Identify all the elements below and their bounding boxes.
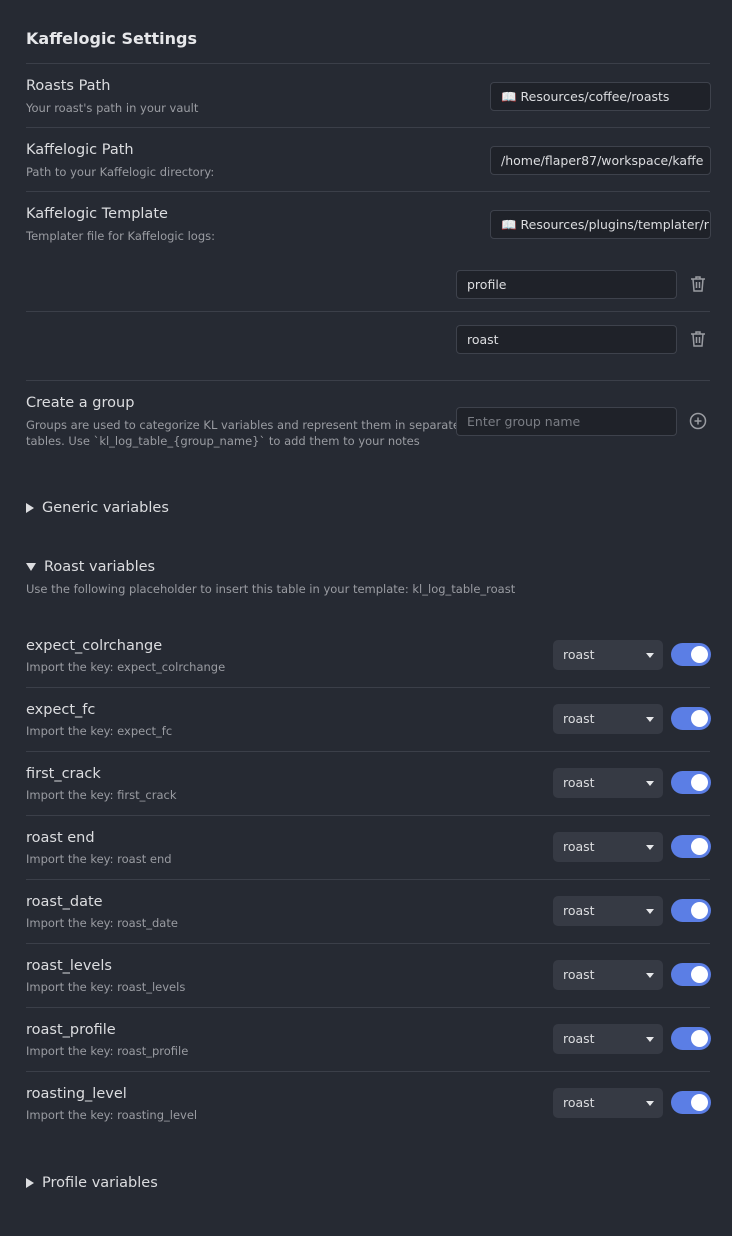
divider [26,687,710,688]
enable-toggle[interactable] [671,1091,711,1114]
group-select[interactable]: roast [553,896,663,926]
divider [26,380,710,381]
variable-desc: Import the key: roasting_level [26,1108,198,1122]
divider [26,311,710,312]
variable-desc: Import the key: roast_levels [26,980,186,994]
roasts-path-input[interactable]: 📖 Resources/coffee/roasts [490,82,711,111]
toggle-knob [691,1094,708,1111]
trash-icon[interactable] [688,274,708,294]
enable-toggle[interactable] [671,643,711,666]
group-select[interactable]: roast [553,1088,663,1118]
toggle-knob [691,710,708,727]
toggle-knob [691,1030,708,1047]
kaffelogic-template-input[interactable]: 📖 Resources/plugins/templater/r [490,210,711,239]
trash-icon[interactable] [688,329,708,349]
variable-name: roast_levels [26,958,112,974]
select-value: roast [563,775,595,790]
kaffelogic-path-input[interactable]: /home/flaper87/workspace/kaffe [490,146,711,175]
caret-down-icon [646,717,654,722]
toggle-knob [691,838,708,855]
caret-down-icon [646,1037,654,1042]
toggle-knob [691,774,708,791]
caret-down-icon [646,653,654,658]
setting-desc-kaffelogic-path: Path to your Kaffelogic directory: [26,165,215,179]
section-roast-variables[interactable]: Roast variables [26,559,155,575]
divider [26,1071,710,1072]
new-group-name-input[interactable]: Enter group name [456,407,677,436]
enable-toggle[interactable] [671,963,711,986]
variable-desc: Import the key: roast_profile [26,1044,189,1058]
select-value: roast [563,1031,595,1046]
setting-name-roasts-path: Roasts Path [26,78,111,94]
chevron-right-icon [26,1178,34,1188]
variable-desc: Import the key: roast end [26,852,172,866]
section-title: Generic variables [42,500,169,516]
toggle-knob [691,966,708,983]
variable-desc: Import the key: roast_date [26,916,178,930]
variable-desc: Import the key: expect_colrchange [26,660,226,674]
divider [26,943,710,944]
select-value: roast [563,839,595,854]
toggle-knob [691,902,708,919]
select-value: roast [563,967,595,982]
setting-name-kaffelogic-template: Kaffelogic Template [26,206,168,222]
roast-section-desc: Use the following placeholder to insert … [26,582,516,596]
page-title: Kaffelogic Settings [26,29,197,48]
group-select[interactable]: roast [553,832,663,862]
divider [26,815,710,816]
variable-desc: Import the key: first_crack [26,788,177,802]
divider [26,63,710,64]
group-select[interactable]: roast [553,1024,663,1054]
section-title: Profile variables [42,1175,158,1191]
variable-name: first_crack [26,766,101,782]
group-select[interactable]: roast [553,704,663,734]
setting-name-kaffelogic-path: Kaffelogic Path [26,142,134,158]
create-group-desc-line1: Groups are used to categorize KL variabl… [26,418,460,432]
select-value: roast [563,903,595,918]
variable-name: roast_date [26,894,103,910]
chevron-right-icon [26,503,34,513]
variable-name: roasting_level [26,1086,127,1102]
divider [26,751,710,752]
divider [26,879,710,880]
variable-name: roast_profile [26,1022,116,1038]
enable-toggle[interactable] [671,771,711,794]
section-profile-variables[interactable]: Profile variables [26,1175,158,1191]
chevron-down-icon [26,563,36,571]
divider [26,191,710,192]
group-select[interactable]: roast [553,640,663,670]
variable-name: roast end [26,830,95,846]
caret-down-icon [646,781,654,786]
select-value: roast [563,711,595,726]
enable-toggle[interactable] [671,899,711,922]
caret-down-icon [646,845,654,850]
divider [26,1007,710,1008]
variable-name: expect_fc [26,702,96,718]
enable-toggle[interactable] [671,835,711,858]
setting-desc-kaffelogic-template: Templater file for Kaffelogic logs: [26,229,215,243]
select-value: roast [563,647,595,662]
enable-toggle[interactable] [671,707,711,730]
enable-toggle[interactable] [671,1027,711,1050]
select-value: roast [563,1095,595,1110]
divider [26,127,710,128]
group-name-input-profile[interactable]: profile [456,270,677,299]
section-title: Roast variables [44,559,156,575]
toggle-knob [691,646,708,663]
caret-down-icon [646,909,654,914]
setting-desc-roasts-path: Your roast's path in your vault [26,101,199,115]
group-name-input-roast[interactable]: roast [456,325,677,354]
create-group-desc-line2: tables. Use `kl_log_table_{group_name}` … [26,434,420,448]
caret-down-icon [646,973,654,978]
variable-desc: Import the key: expect_fc [26,724,173,738]
create-group-title: Create a group [26,395,135,411]
group-select[interactable]: roast [553,768,663,798]
add-circle-icon[interactable] [688,411,708,431]
section-generic-variables[interactable]: Generic variables [26,500,169,516]
variable-name: expect_colrchange [26,638,163,654]
group-select[interactable]: roast [553,960,663,990]
settings-panel: Kaffelogic Settings Roasts Path Your roa… [0,0,732,1236]
caret-down-icon [646,1101,654,1106]
